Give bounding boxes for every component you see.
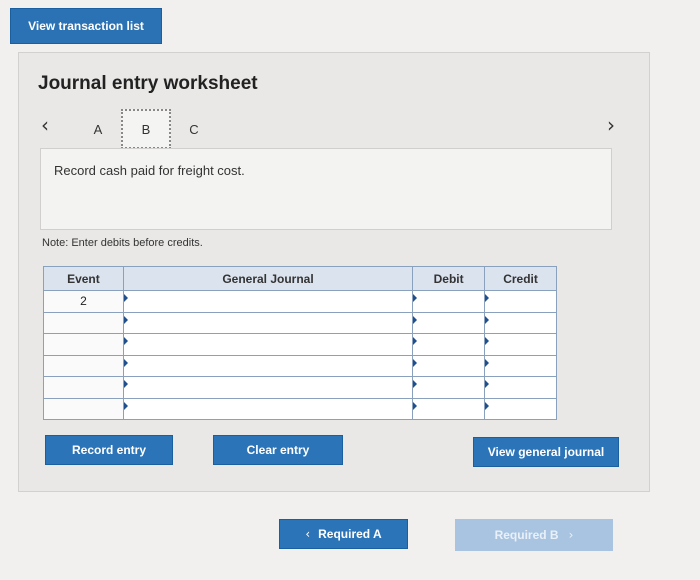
journal-table: Event General Journal Debit Credit 2 — [43, 266, 557, 420]
account-input[interactable] — [122, 290, 414, 313]
debit-input[interactable] — [412, 290, 486, 313]
table-row — [43, 311, 557, 334]
chevron-right-icon[interactable]: › — [607, 113, 615, 137]
table-row — [43, 354, 557, 377]
table-row: 2 — [43, 290, 557, 313]
debit-input[interactable] — [412, 354, 486, 377]
account-input[interactable] — [122, 376, 414, 399]
account-input[interactable] — [122, 333, 414, 356]
event-cell — [43, 354, 124, 377]
required-b-button[interactable]: Required B › — [455, 519, 613, 551]
tab-b[interactable]: B — [121, 109, 171, 149]
event-cell — [43, 311, 124, 334]
transaction-description-box: Record cash paid for freight cost. — [40, 148, 612, 230]
tab-c[interactable]: C — [169, 109, 219, 149]
chevron-left-icon[interactable]: ‹ — [41, 113, 49, 137]
credit-input[interactable] — [484, 290, 557, 313]
header-credit: Credit — [484, 266, 557, 291]
table-row — [43, 333, 557, 356]
chevron-left-icon: ‹ — [305, 527, 311, 541]
event-cell — [43, 376, 124, 399]
required-b-label: Required B — [494, 528, 559, 542]
debit-input[interactable] — [412, 333, 486, 356]
view-general-journal-button[interactable]: View general journal — [473, 437, 619, 467]
required-a-label: Required A — [318, 527, 382, 541]
header-general-journal: General Journal — [122, 266, 414, 291]
debit-input[interactable] — [412, 376, 486, 399]
debit-input[interactable] — [412, 397, 486, 420]
credit-input[interactable] — [484, 333, 557, 356]
credit-input[interactable] — [484, 376, 557, 399]
chevron-right-icon: › — [568, 528, 574, 542]
account-input[interactable] — [122, 311, 414, 334]
required-a-button[interactable]: ‹ Required A — [279, 519, 408, 549]
credit-input[interactable] — [484, 354, 557, 377]
account-input[interactable] — [122, 397, 414, 420]
transaction-description: Record cash paid for freight cost. — [54, 163, 245, 178]
tab-a[interactable]: A — [73, 109, 123, 149]
account-input[interactable] — [122, 354, 414, 377]
table-row — [43, 376, 557, 399]
debit-credit-note: Note: Enter debits before credits. — [42, 237, 203, 249]
record-entry-button[interactable]: Record entry — [45, 435, 173, 465]
event-cell: 2 — [43, 290, 124, 313]
credit-input[interactable] — [484, 311, 557, 334]
worksheet-title: Journal entry worksheet — [38, 73, 258, 94]
event-cell — [43, 397, 124, 420]
credit-input[interactable] — [484, 397, 557, 420]
header-debit: Debit — [412, 266, 486, 291]
view-transaction-list-button[interactable]: View transaction list — [10, 8, 162, 44]
event-cell — [43, 333, 124, 356]
header-event: Event — [43, 266, 124, 291]
clear-entry-button[interactable]: Clear entry — [213, 435, 343, 465]
debit-input[interactable] — [412, 311, 486, 334]
journal-entry-worksheet-panel: Journal entry worksheet ‹ A B C › Record… — [18, 52, 650, 492]
table-row — [43, 397, 557, 420]
